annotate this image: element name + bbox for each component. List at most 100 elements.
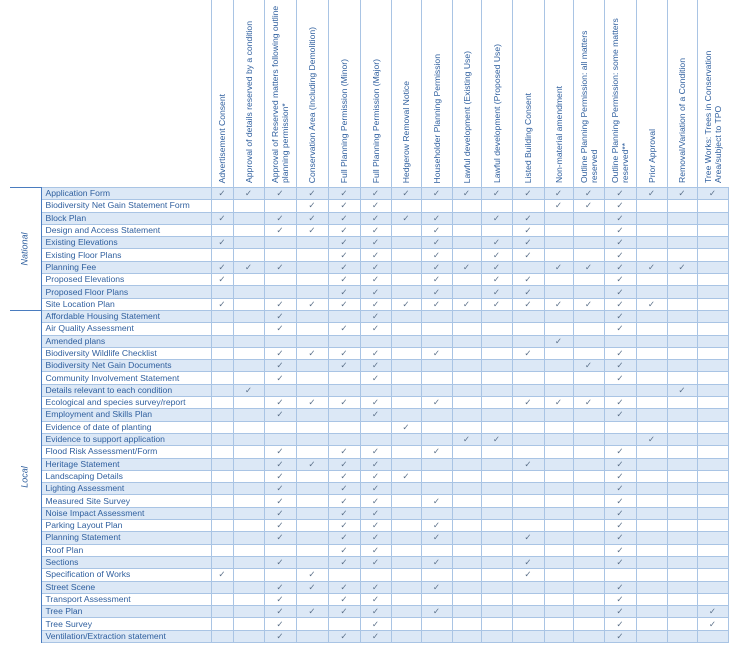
check-icon: ✓ — [359, 260, 392, 275]
check-icon: ✓ — [359, 408, 392, 422]
check-icon: ✓ — [572, 260, 605, 275]
check-icon: ✓ — [572, 359, 605, 373]
check-icon: ✓ — [511, 273, 545, 287]
empty-cell — [543, 531, 574, 545]
empty-cell — [390, 457, 422, 471]
empty-cell — [635, 211, 668, 225]
empty-cell — [511, 506, 545, 521]
empty-cell — [295, 236, 329, 250]
empty-cell — [327, 309, 361, 324]
empty-cell — [295, 531, 329, 545]
row-label: Proposed Elevations — [40, 273, 212, 287]
empty-cell — [420, 371, 453, 385]
check-icon: ✓ — [480, 285, 513, 299]
group-label-cell: Local — [10, 309, 42, 643]
check-icon: ✓ — [603, 371, 637, 385]
column-header: Approval of details reserved by a condit… — [232, 0, 264, 188]
check-icon: ✓ — [480, 211, 513, 225]
empty-cell — [451, 371, 482, 385]
empty-cell — [572, 420, 605, 434]
empty-cell — [390, 309, 422, 324]
check-icon: ✓ — [210, 273, 234, 287]
check-icon: ✓ — [263, 186, 297, 201]
empty-cell — [696, 285, 729, 299]
empty-cell — [666, 592, 698, 607]
check-icon: ✓ — [359, 223, 392, 238]
empty-cell — [232, 543, 265, 557]
check-icon: ✓ — [359, 555, 392, 570]
empty-cell — [232, 273, 265, 287]
empty-cell — [572, 211, 605, 225]
row-label: Details relevant to each condition — [40, 383, 212, 398]
empty-cell — [420, 199, 453, 213]
group-label: National — [19, 232, 30, 266]
empty-cell — [511, 420, 545, 434]
check-icon: ✓ — [327, 494, 361, 508]
empty-cell — [451, 494, 482, 508]
check-icon: ✓ — [359, 580, 392, 594]
empty-cell — [390, 260, 422, 275]
check-icon: ✓ — [359, 469, 392, 484]
check-icon: ✓ — [480, 236, 513, 250]
check-icon: ✓ — [420, 531, 453, 545]
table-row: Street Scene ✓ ✓ ✓ ✓ ✓ ✓ — [10, 580, 729, 594]
empty-cell — [420, 334, 453, 348]
empty-cell — [480, 580, 513, 594]
check-icon: ✓ — [359, 248, 392, 262]
empty-cell — [511, 543, 545, 557]
empty-cell — [390, 482, 422, 496]
empty-cell — [390, 199, 422, 213]
check-icon: ✓ — [263, 309, 297, 324]
empty-cell — [511, 592, 545, 607]
empty-cell — [327, 432, 361, 447]
check-icon: ✓ — [327, 199, 361, 213]
check-icon: ✓ — [635, 297, 668, 311]
check-icon: ✓ — [295, 605, 329, 619]
empty-cell — [327, 383, 361, 398]
empty-cell — [232, 432, 265, 447]
check-icon: ✓ — [210, 260, 234, 275]
empty-cell — [420, 482, 453, 496]
empty-cell — [480, 519, 513, 533]
empty-cell — [666, 580, 698, 594]
column-header: Conservation Area (Including Demolition) — [295, 0, 328, 188]
empty-cell — [635, 445, 668, 459]
check-icon: ✓ — [263, 629, 297, 643]
empty-cell — [635, 629, 668, 643]
empty-cell — [635, 383, 668, 398]
empty-cell — [210, 506, 234, 521]
table-row: Existing Floor Plans ✓ ✓ ✓ ✓ ✓ ✓ — [10, 248, 729, 262]
empty-cell — [232, 617, 265, 631]
empty-cell — [696, 592, 729, 607]
column-header: Outline Planning Permission: some matter… — [603, 0, 636, 188]
empty-cell — [511, 617, 545, 631]
column-header-label: Prior Approval — [646, 129, 657, 183]
empty-cell — [572, 543, 605, 557]
empty-cell — [263, 285, 297, 299]
empty-cell — [696, 531, 729, 545]
empty-cell — [390, 383, 422, 398]
empty-cell — [543, 543, 574, 557]
empty-cell — [210, 199, 234, 213]
empty-cell — [696, 396, 729, 410]
empty-cell — [696, 445, 729, 459]
empty-cell — [635, 580, 668, 594]
empty-cell — [390, 531, 422, 545]
check-icon: ✓ — [327, 248, 361, 262]
check-icon: ✓ — [666, 383, 698, 398]
empty-cell — [232, 506, 265, 521]
empty-cell — [696, 223, 729, 238]
empty-cell — [210, 359, 234, 373]
empty-cell — [572, 334, 605, 348]
empty-cell — [359, 383, 392, 398]
check-icon: ✓ — [327, 346, 361, 361]
table-row: Biodiversity Wildlife Checklist ✓ ✓ ✓ ✓ ✓ ✓ ✓ — [10, 346, 729, 361]
empty-cell — [210, 482, 234, 496]
empty-cell — [210, 346, 234, 361]
empty-cell — [390, 285, 422, 299]
empty-cell — [390, 555, 422, 570]
check-icon: ✓ — [327, 445, 361, 459]
empty-cell — [210, 396, 234, 410]
check-icon: ✓ — [295, 396, 329, 410]
empty-cell — [666, 223, 698, 238]
